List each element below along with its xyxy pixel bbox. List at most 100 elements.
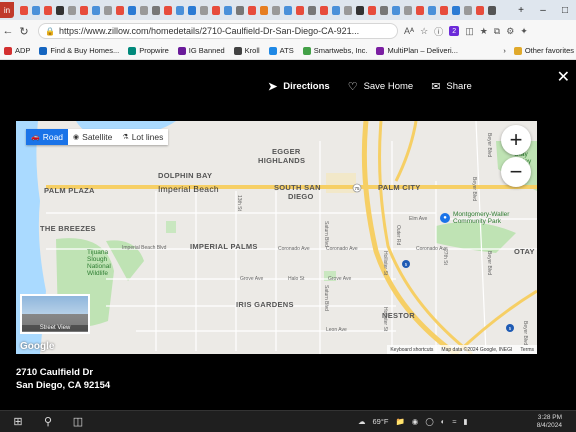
browser-tab[interactable]: [92, 5, 100, 15]
windows-start-icon[interactable]: ⊞: [10, 415, 26, 428]
reader-view-icon[interactable]: Aᴬ: [404, 26, 414, 36]
browser-tab[interactable]: [404, 5, 412, 15]
street-view-thumbnail[interactable]: Street View: [20, 294, 90, 334]
copilot-icon[interactable]: ✦: [520, 26, 528, 37]
browser-tab[interactable]: [380, 5, 388, 15]
browser-tab[interactable]: [32, 5, 40, 15]
browser-tab[interactable]: [320, 5, 328, 15]
browser-tab[interactable]: [344, 5, 352, 15]
browser-tab[interactable]: [260, 5, 268, 15]
maximize-icon[interactable]: □: [554, 5, 576, 16]
bookmark-favicon-icon: [4, 46, 12, 55]
browser-tab[interactable]: [392, 5, 400, 15]
bookmark-item[interactable]: ADP: [4, 46, 30, 55]
minimize-icon[interactable]: –: [532, 5, 554, 16]
bookmark-item[interactable]: MultiPlan – Deliveri...: [376, 46, 458, 55]
browser-tab[interactable]: [308, 5, 316, 15]
browser-tab[interactable]: [224, 5, 232, 15]
collections-icon[interactable]: ⧉: [494, 26, 500, 37]
zoom-out-button[interactable]: −: [501, 157, 531, 187]
file-explorer-icon[interactable]: 📁: [395, 417, 404, 426]
browser-tab[interactable]: [356, 5, 364, 15]
browser-tab[interactable]: [284, 5, 292, 15]
search-icon[interactable]: ⚲: [40, 415, 56, 428]
keyboard-shortcuts-link[interactable]: Keyboard shortcuts: [390, 347, 433, 353]
browser-tab[interactable]: [476, 5, 484, 15]
weather-icon[interactable]: ☁: [358, 417, 366, 426]
tab-lot-lines[interactable]: ⚗ Lot lines: [117, 129, 168, 145]
info-icon[interactable]: ⓘ: [434, 25, 443, 38]
windows-taskbar: ⊞ ⚲ ◫ ☁ 69°F 📁 ◉ ◯ ◐ ≈ ▮ 3:28 PM 8/4/202…: [0, 410, 576, 432]
poi-montgomery-waller[interactable]: Montgomery-Waller Community Park: [453, 211, 509, 225]
browser-tab[interactable]: [128, 5, 136, 15]
browser-tab[interactable]: [152, 5, 160, 15]
tab-road[interactable]: 🚗 Road: [26, 129, 69, 145]
browser-tab[interactable]: [332, 5, 340, 15]
browser-tab[interactable]: [464, 5, 472, 15]
bookmark-item[interactable]: Smartwebs, Inc.: [302, 46, 367, 55]
edge-icon[interactable]: ◐: [441, 417, 446, 426]
new-tab-button[interactable]: +: [510, 5, 532, 16]
extension-badge[interactable]: 2: [449, 26, 460, 36]
browser-tab[interactable]: [428, 5, 436, 15]
browser-tab[interactable]: [248, 5, 256, 15]
browser-tab[interactable]: [176, 5, 184, 15]
browser-tab[interactable]: [56, 5, 64, 15]
other-favorites-link[interactable]: Other favorites: [525, 46, 574, 55]
bookmark-item[interactable]: ATS: [268, 46, 294, 55]
browser-tab[interactable]: [188, 5, 196, 15]
browser-tab[interactable]: [296, 5, 304, 15]
bookmark-item[interactable]: Kroll: [233, 46, 260, 55]
bookmarks-more-icon[interactable]: ›: [503, 46, 506, 55]
browser-tab[interactable]: [200, 5, 208, 15]
browser-tab[interactable]: [368, 5, 376, 15]
favorites-icon[interactable]: ★: [480, 26, 488, 37]
browser-tab[interactable]: [212, 5, 220, 15]
browser-tab[interactable]: [68, 5, 76, 15]
save-home-button[interactable]: ♡ Save Home: [348, 80, 414, 93]
street-imperial-beach-blvd: Imperial Beach Blvd: [122, 245, 167, 251]
bookmark-item[interactable]: IG Banned: [177, 46, 225, 55]
terms-link[interactable]: Terms: [520, 347, 534, 353]
browser-tab[interactable]: [44, 5, 52, 15]
close-icon[interactable]: ✕: [557, 70, 570, 86]
refresh-icon[interactable]: ↻: [16, 25, 32, 38]
chrome-icon[interactable]: ◯: [425, 417, 433, 426]
browser-tab[interactable]: [164, 5, 172, 15]
park-pin-icon[interactable]: ●: [440, 213, 450, 223]
browser-tab[interactable]: [452, 5, 460, 15]
extensions-icon[interactable]: ⚙: [506, 26, 514, 37]
browser-tab[interactable]: [140, 5, 148, 15]
split-screen-icon[interactable]: ◫: [465, 26, 474, 37]
browser-tab[interactable]: [80, 5, 88, 15]
lock-icon: 🔒: [45, 26, 55, 36]
wifi-icon[interactable]: ≈: [452, 417, 456, 426]
map[interactable]: 75 5 5 EGGER HIGHLANDS DOLPHIN BAY PALM …: [16, 121, 537, 354]
share-button[interactable]: ✉ Share: [431, 80, 472, 93]
bookmark-item[interactable]: Find & Buy Homes...: [39, 46, 119, 55]
bookmark-label: MultiPlan – Deliveri...: [387, 46, 458, 55]
browser-tab[interactable]: [20, 5, 28, 15]
browser-tab[interactable]: [116, 5, 124, 15]
browser-tab[interactable]: [416, 5, 424, 15]
clock[interactable]: 3:28 PM 8/4/2024: [537, 414, 562, 430]
directions-button[interactable]: ➤ Directions: [268, 80, 330, 93]
weather-temp[interactable]: 69°F: [373, 417, 389, 426]
poi-tijuana-slough[interactable]: Tijuana Slough National Wildlife: [87, 249, 111, 277]
task-view-icon[interactable]: ◫: [70, 415, 86, 428]
browser-tab[interactable]: [104, 5, 112, 15]
zoom-in-button[interactable]: +: [501, 125, 531, 155]
label-egger: EGGER: [272, 147, 301, 156]
tab-linkedin[interactable]: in: [0, 2, 14, 18]
tab-satellite[interactable]: ◉ Satellite: [68, 129, 117, 145]
url-input[interactable]: 🔒 https://www.zillow.com/homedetails/271…: [38, 23, 398, 39]
camera-icon[interactable]: ◉: [412, 417, 419, 426]
browser-tab[interactable]: [272, 5, 280, 15]
browser-tab[interactable]: [440, 5, 448, 15]
bookmark-item[interactable]: Propwire: [128, 46, 169, 55]
browser-tab[interactable]: [488, 5, 496, 15]
back-icon[interactable]: ←: [0, 25, 16, 37]
battery-icon[interactable]: ▮: [463, 417, 467, 426]
browser-tab[interactable]: [236, 5, 244, 15]
favorite-star-icon[interactable]: ☆: [420, 26, 428, 37]
